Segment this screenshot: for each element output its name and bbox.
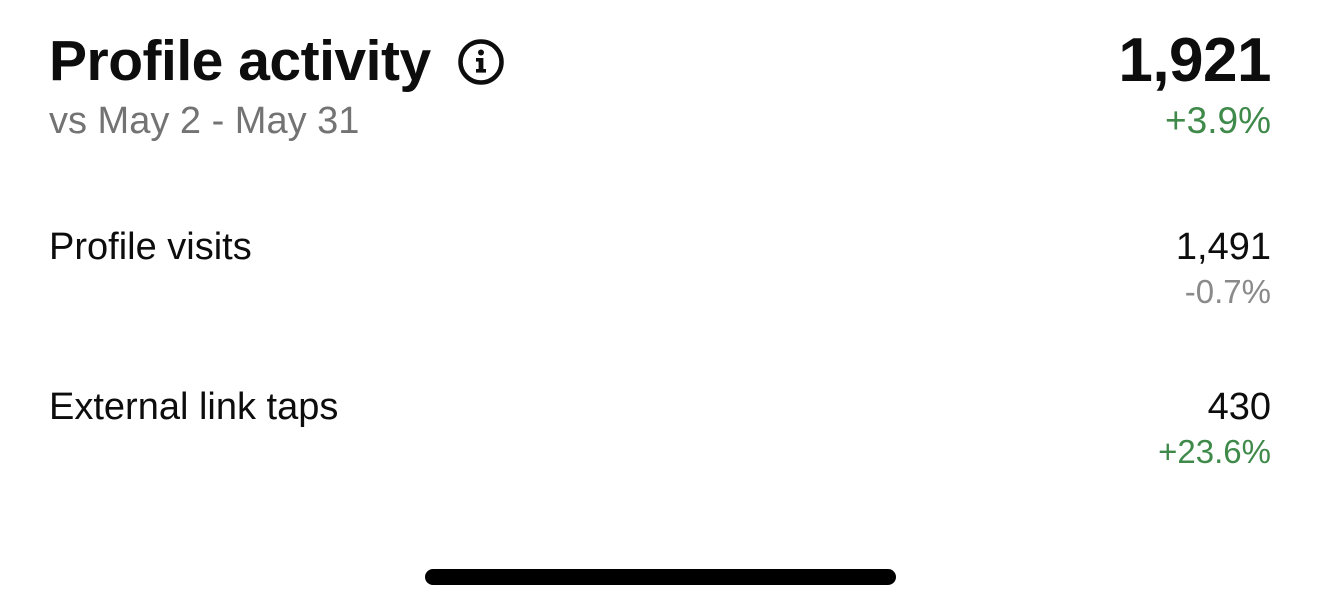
comparison-period: vs May 2 - May 31 (49, 100, 360, 142)
metric-change: +23.6% (1158, 433, 1271, 470)
metric-label: Profile visits (49, 226, 252, 268)
title-row: Profile activity (49, 28, 505, 94)
metric-row-profile-visits[interactable]: Profile visits 1,491 -0.7% (49, 224, 1271, 324)
profile-activity-header: Profile activity vs May 2 - May 31 1,921… (49, 28, 1271, 148)
metric-value: 430 (1207, 386, 1271, 428)
metric-change: -0.7% (1184, 273, 1271, 310)
metric-value: 1,491 (1175, 226, 1271, 268)
metric-row-external-link-taps[interactable]: External link taps 430 +23.6% (49, 384, 1271, 484)
total-activity-value: 1,921 (1118, 26, 1271, 95)
home-indicator[interactable] (425, 569, 896, 585)
total-activity-change: +3.9% (1165, 100, 1271, 141)
metric-label: External link taps (49, 386, 339, 428)
info-icon[interactable] (457, 38, 505, 86)
page-title: Profile activity (49, 29, 431, 93)
